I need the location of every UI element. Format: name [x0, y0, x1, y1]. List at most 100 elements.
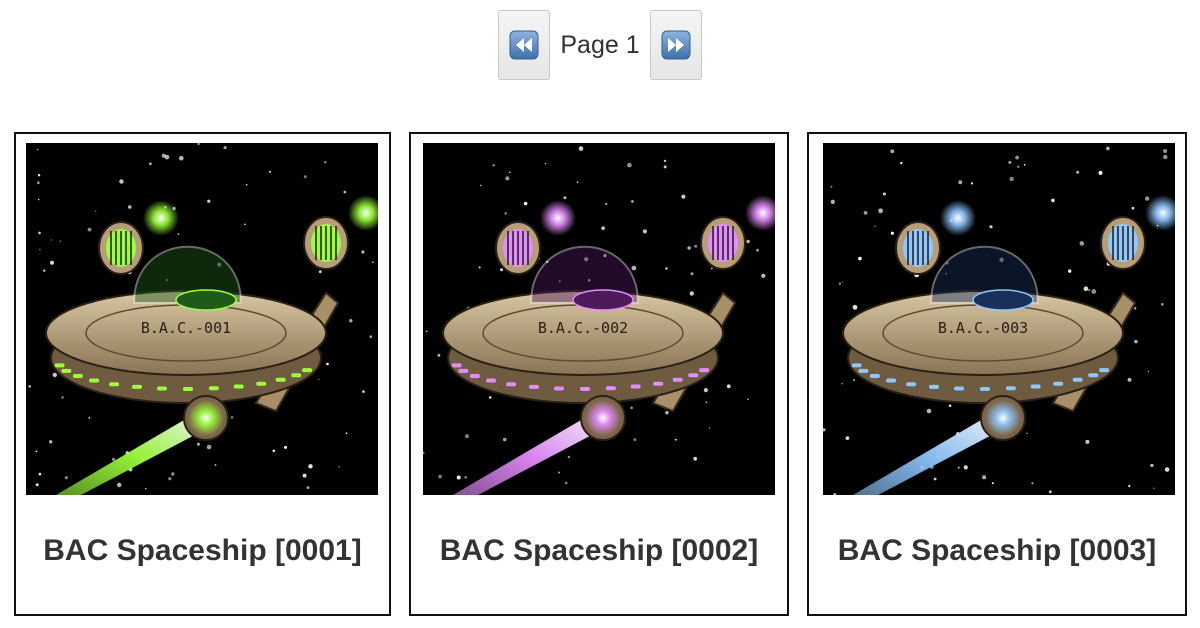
star	[627, 162, 632, 168]
star	[948, 404, 952, 408]
star	[1048, 490, 1052, 494]
star	[982, 475, 987, 480]
hull-light	[506, 382, 517, 387]
star	[502, 437, 507, 442]
star	[489, 396, 492, 399]
spaceship-image[interactable]: B.A.C.-002	[423, 143, 775, 495]
star	[1153, 487, 1155, 489]
star	[50, 239, 52, 241]
star	[171, 472, 175, 476]
hull-light	[554, 386, 564, 391]
star	[61, 396, 64, 399]
star	[478, 266, 481, 269]
star	[179, 155, 184, 161]
star	[504, 212, 507, 215]
star	[558, 471, 561, 474]
star	[989, 225, 993, 229]
nft-card[interactable]: B.A.C.-002 BAC Spaceship [0002]	[409, 132, 789, 616]
hull-light	[1099, 368, 1110, 373]
hull-light	[54, 363, 65, 368]
star	[349, 319, 353, 323]
hull-light	[256, 381, 267, 386]
star	[95, 210, 97, 212]
star	[756, 248, 760, 252]
star	[43, 269, 46, 272]
hull-light	[1088, 373, 1099, 378]
engine-glow	[985, 400, 1021, 436]
star	[746, 239, 750, 244]
star	[957, 466, 960, 469]
star	[523, 201, 528, 206]
star	[663, 165, 667, 169]
hull-light	[906, 382, 917, 387]
next-page-button[interactable]	[649, 10, 702, 80]
hull-light	[929, 384, 939, 389]
hull-light	[858, 368, 869, 373]
hull-marking: B.A.C.-001	[141, 319, 231, 337]
star	[244, 223, 246, 226]
star	[1015, 155, 1019, 160]
star	[1131, 206, 1135, 210]
star	[35, 450, 38, 453]
star	[890, 231, 894, 235]
star	[59, 240, 61, 242]
star	[196, 442, 200, 446]
hull-light	[1053, 381, 1064, 386]
hull-light	[291, 373, 302, 378]
nft-card[interactable]: B.A.C.-001 BAC Spaceship [0001]	[14, 132, 391, 616]
page-indicator: Page 1	[560, 30, 640, 59]
star	[882, 192, 886, 196]
star	[1088, 289, 1090, 291]
hull-marking: B.A.C.-002	[538, 319, 628, 337]
star	[1163, 154, 1168, 160]
star	[37, 198, 40, 201]
star	[1134, 307, 1137, 310]
star	[830, 185, 833, 188]
hull-light	[233, 384, 244, 389]
star	[464, 476, 467, 479]
star	[665, 411, 669, 415]
star	[963, 465, 968, 470]
star	[841, 281, 843, 283]
nft-card[interactable]: B.A.C.-003 BAC Spaceship [0003]	[807, 132, 1187, 616]
star	[36, 181, 40, 185]
star	[302, 473, 307, 478]
star	[1083, 286, 1089, 291]
star	[284, 445, 287, 449]
star	[1085, 439, 1090, 444]
star	[37, 174, 41, 177]
star	[1145, 196, 1150, 201]
star	[630, 406, 633, 410]
star	[1128, 484, 1131, 488]
star	[35, 483, 39, 487]
star	[36, 148, 39, 151]
star	[564, 481, 568, 485]
card-title: BAC Spaceship [0001]	[43, 534, 362, 567]
star	[1051, 198, 1055, 203]
hull-light	[451, 363, 462, 368]
star	[858, 256, 862, 261]
star	[145, 487, 147, 490]
star	[830, 199, 835, 204]
star	[223, 146, 227, 150]
star	[39, 248, 41, 251]
hull-light	[630, 384, 641, 389]
star	[425, 330, 428, 333]
hull-light	[886, 378, 897, 383]
hull-marking: B.A.C.-003	[938, 319, 1028, 337]
star	[633, 438, 637, 441]
spaceship-image[interactable]: B.A.C.-003	[823, 143, 1175, 495]
hull-light	[653, 381, 664, 386]
spaceship-image[interactable]: B.A.C.-001	[26, 143, 378, 495]
star	[1163, 149, 1168, 153]
star	[50, 260, 54, 265]
rewind-icon	[509, 30, 539, 60]
hull-light	[1005, 386, 1016, 391]
hull-light	[869, 374, 880, 378]
previous-page-button[interactable]	[498, 10, 551, 80]
star	[149, 162, 152, 166]
star	[338, 466, 340, 468]
spaceship-illustration: B.A.C.-003	[823, 143, 1175, 495]
star	[544, 162, 547, 165]
star	[1098, 170, 1103, 175]
